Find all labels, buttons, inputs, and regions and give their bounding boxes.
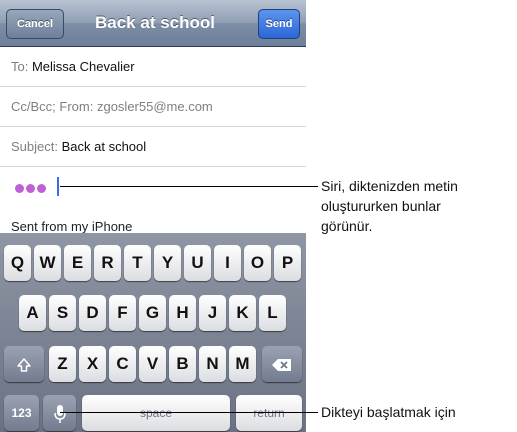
dictation-progress-indicator xyxy=(15,181,48,196)
key-b[interactable]: B xyxy=(169,346,196,382)
shift-arrow-icon xyxy=(17,358,31,372)
microphone-icon xyxy=(53,404,66,423)
key-f[interactable]: F xyxy=(109,295,136,331)
key-z[interactable]: Z xyxy=(49,346,76,382)
key-o[interactable]: O xyxy=(244,245,271,281)
mic-caption: Dikteyi başlatmak için xyxy=(321,404,456,420)
dictation-dot xyxy=(37,184,46,193)
send-button[interactable]: Send xyxy=(258,9,300,39)
key-y[interactable]: Y xyxy=(154,245,181,281)
key-q[interactable]: Q xyxy=(4,245,31,281)
email-signature: Sent from my iPhone xyxy=(11,219,133,234)
cancel-button[interactable]: Cancel xyxy=(6,9,64,39)
key-t[interactable]: T xyxy=(124,245,151,281)
backspace-icon xyxy=(272,358,291,371)
key-s[interactable]: S xyxy=(49,295,76,331)
text-cursor xyxy=(57,177,59,196)
siri-dictation-caption: Siri, diktenizden metin oluştururken bun… xyxy=(321,176,517,236)
key-u[interactable]: U xyxy=(184,245,211,281)
key-x[interactable]: X xyxy=(79,346,106,382)
message-body[interactable]: Sent from my iPhone xyxy=(0,167,306,234)
key-r[interactable]: R xyxy=(94,245,121,281)
page-title: Back at school xyxy=(95,13,215,32)
keyboard: Q W E R T Y U I O P A S D F G H J K L Z … xyxy=(0,233,306,432)
to-field[interactable]: To: Melissa Chevalier xyxy=(0,47,306,87)
from-address: zgosler55@me.com xyxy=(96,99,213,114)
key-g[interactable]: G xyxy=(139,295,166,331)
key-n[interactable]: N xyxy=(199,346,226,382)
siri-caption-line: görünür. xyxy=(321,218,373,234)
subject-value[interactable]: Back at school xyxy=(62,139,147,154)
key-l[interactable]: L xyxy=(259,295,286,331)
subject-label: Subject: xyxy=(11,139,58,154)
key-p[interactable]: P xyxy=(274,245,301,281)
delete-key[interactable] xyxy=(262,346,302,382)
dictation-mic-key[interactable] xyxy=(43,395,76,431)
key-a[interactable]: A xyxy=(19,295,46,331)
cc-from-label: Cc/Bcc; From: xyxy=(11,99,94,114)
phone-screen: Cancel Back at school Send To: Melissa C… xyxy=(0,0,306,432)
key-v[interactable]: V xyxy=(139,346,166,382)
to-label: To: xyxy=(11,59,29,74)
key-j[interactable]: J xyxy=(199,295,226,331)
key-k[interactable]: K xyxy=(229,295,256,331)
dictation-dot xyxy=(15,184,24,193)
key-h[interactable]: H xyxy=(169,295,196,331)
siri-callout-line xyxy=(60,186,318,187)
key-i[interactable]: I xyxy=(214,245,241,281)
return-key[interactable]: return xyxy=(236,395,302,431)
key-c[interactable]: C xyxy=(109,346,136,382)
cc-from-field[interactable]: Cc/Bcc; From: zgosler55@me.com xyxy=(0,87,306,127)
siri-caption-line: Siri, diktenizden metin xyxy=(321,178,458,194)
mic-callout-line xyxy=(60,412,318,413)
siri-caption-line: oluştururken bunlar xyxy=(321,198,441,214)
key-e[interactable]: E xyxy=(64,245,91,281)
space-key[interactable]: space xyxy=(82,395,230,431)
key-w[interactable]: W xyxy=(34,245,61,281)
key-m[interactable]: M xyxy=(229,346,256,382)
dictation-dot xyxy=(26,184,35,193)
navigation-bar: Cancel Back at school Send xyxy=(0,0,306,47)
numbers-key[interactable]: 123 xyxy=(4,395,39,431)
subject-field[interactable]: Subject: Back at school xyxy=(0,127,306,167)
to-recipient[interactable]: Melissa Chevalier xyxy=(32,59,135,74)
key-d[interactable]: D xyxy=(79,295,106,331)
shift-key[interactable] xyxy=(4,346,44,382)
